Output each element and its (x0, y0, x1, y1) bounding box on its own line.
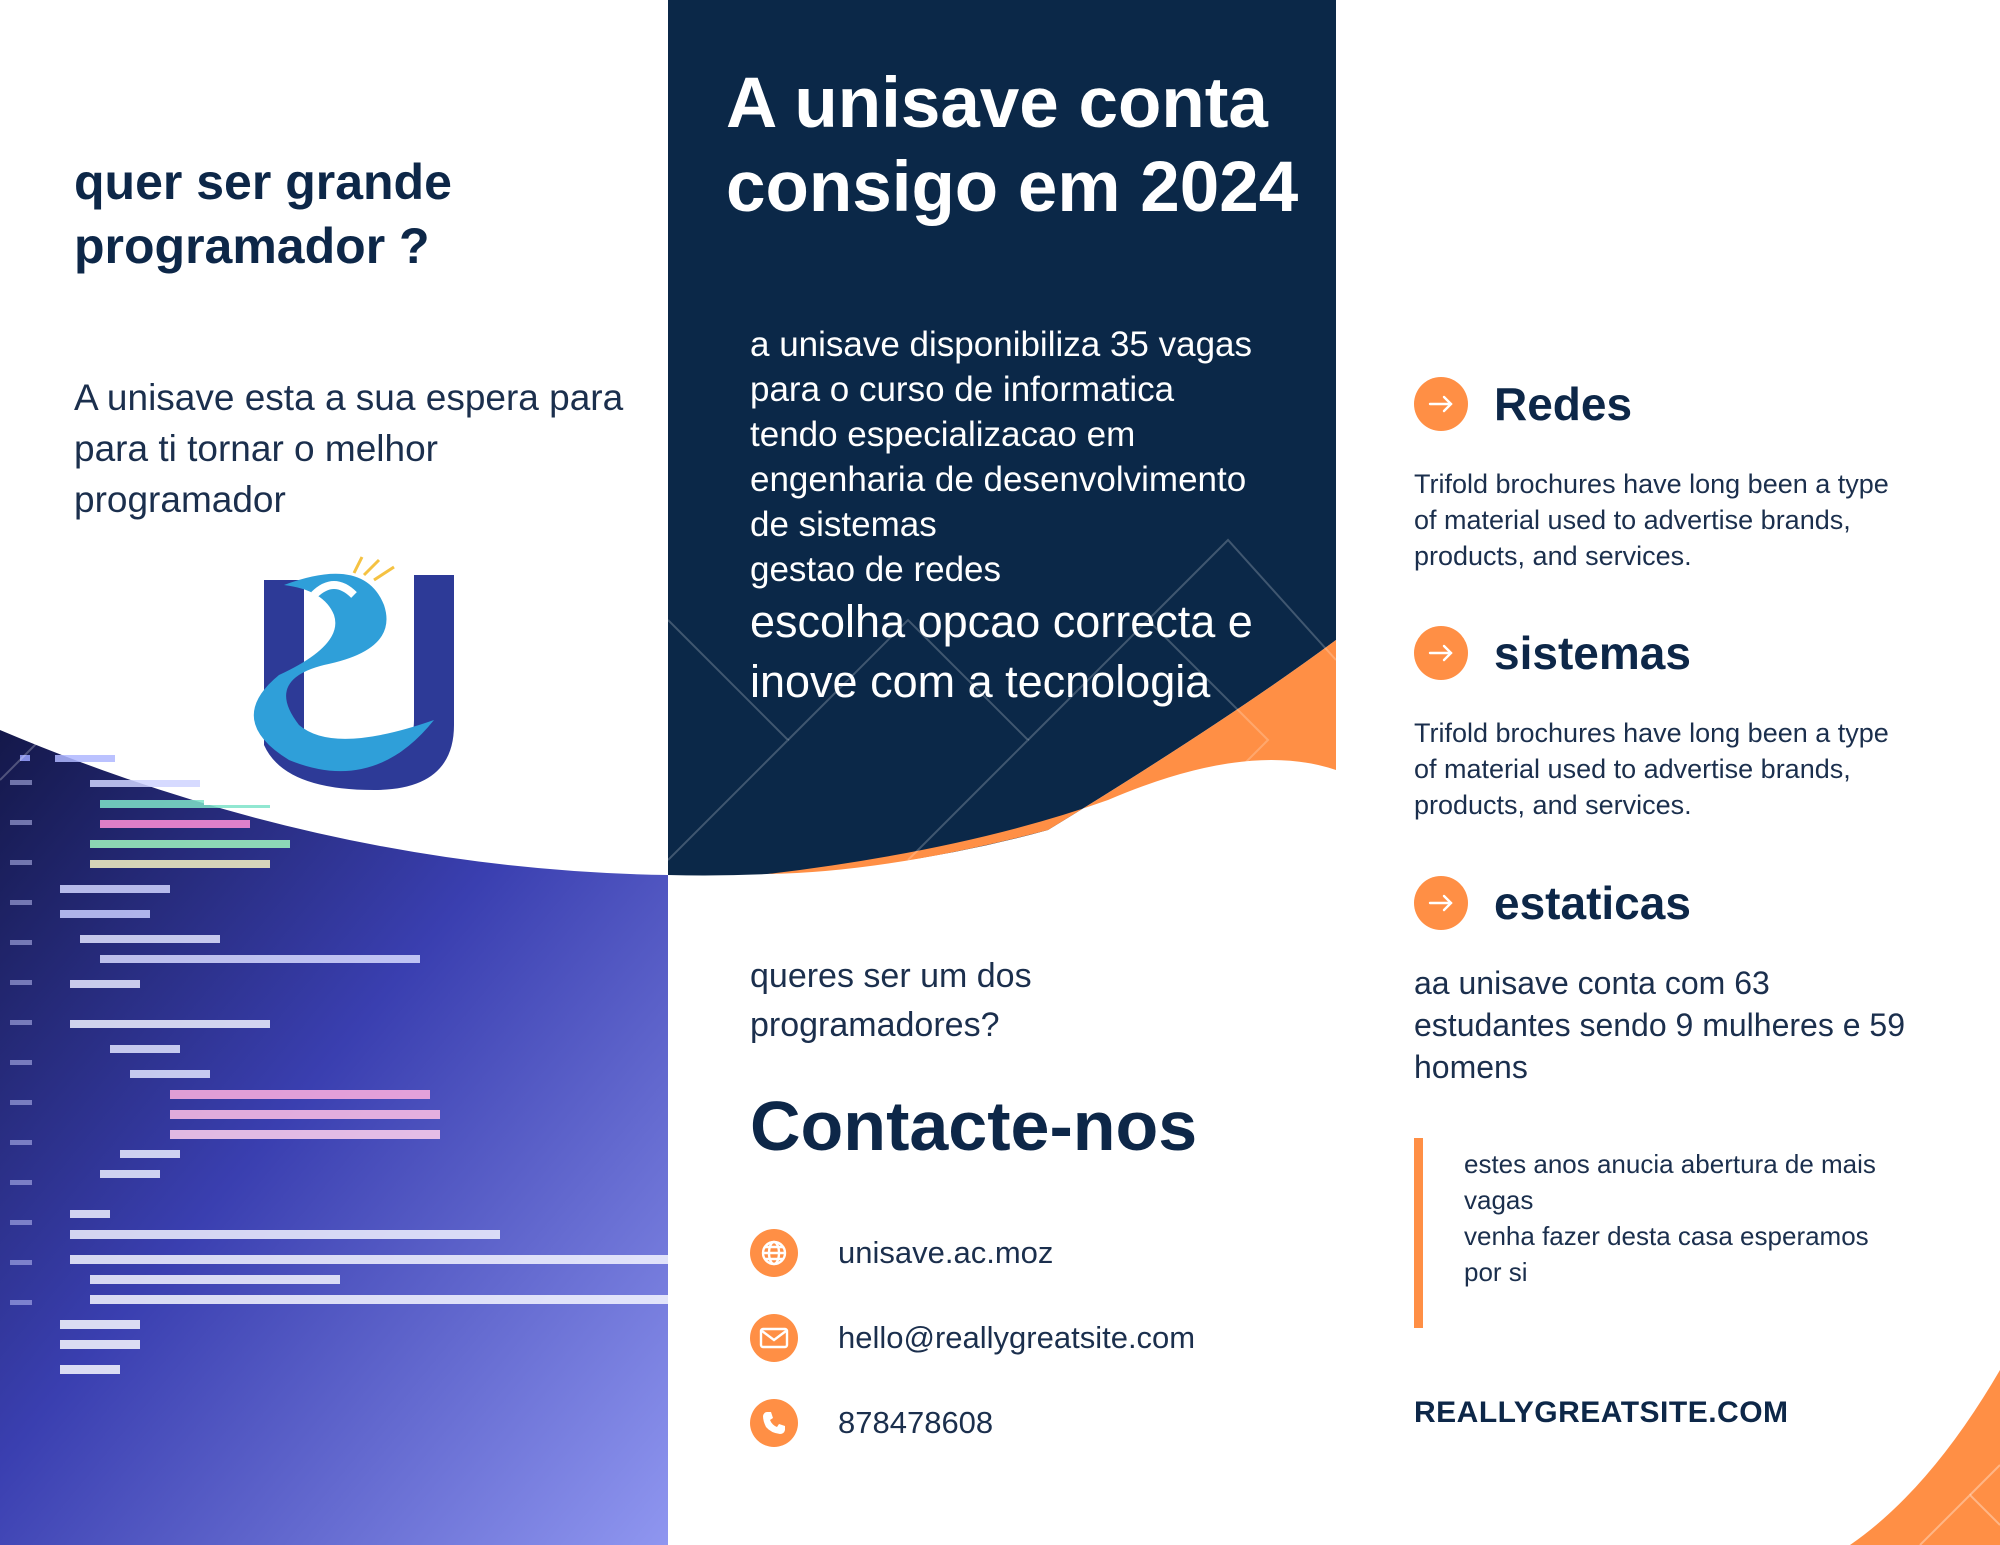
feature-line: of material used to advertise brands, (1414, 505, 1851, 535)
arrow-right-icon (1414, 626, 1468, 680)
right-panel: Redes Trifold brochures have long been a… (1336, 0, 2000, 1545)
website-link[interactable]: unisave.ac.moz (838, 1235, 1053, 1271)
corner-decoration (1850, 1370, 2000, 1545)
feature-title: estaticas (1494, 877, 1691, 929)
feature-redes-text: Trifold brochures have long been a type … (1414, 466, 1934, 574)
left-headline: quer ser grande programador ? (74, 154, 452, 274)
feature-estaticas-text: aa unisave conta com 63 estudantes sendo… (1414, 962, 1934, 1088)
body-line: a unisave disponibiliza 35 vagas (750, 325, 1252, 364)
feature-line: of material used to advertise brands, (1414, 754, 1851, 784)
question-line: queres ser um dos (750, 957, 1032, 995)
code-screen-photo (0, 720, 668, 1545)
feature-sistemas-text: Trifold brochures have long been a type … (1414, 715, 1934, 823)
quote-text: estes anos anucia abertura de mais vagas… (1464, 1146, 1944, 1290)
middle-panel: A unisave conta consigo em 2024 a unisav… (668, 0, 1336, 1545)
highlight-line: inove com a tecnologia (750, 656, 1211, 707)
quote-accent-bar (1414, 1138, 1423, 1328)
left-panel: quer ser grande programador ? A unisave … (0, 0, 668, 1545)
feature-sistemas-header: sistemas (1414, 625, 1691, 681)
mail-icon (750, 1314, 798, 1362)
feature-title: sistemas (1494, 627, 1691, 679)
highlight-line: escolha opcao correcta e (750, 596, 1253, 647)
site-url-link[interactable]: REALLYGREATSITE.COM (1414, 1396, 1789, 1430)
body-line: para o curso de informatica (750, 370, 1175, 409)
unisave-logo-icon (253, 556, 454, 790)
body-line: tendo especializacao em (750, 415, 1136, 454)
contact-title: Contacte-nos (750, 1087, 1198, 1165)
contact-phone[interactable]: 878478608 (750, 1398, 1310, 1448)
phone-number[interactable]: 878478608 (838, 1405, 993, 1441)
contact-website[interactable]: unisave.ac.moz (750, 1228, 1310, 1278)
phone-icon (750, 1399, 798, 1447)
feature-title: Redes (1494, 378, 1633, 430)
middle-question-text: queres ser um dos programadores? (750, 952, 1250, 1050)
question-line: programadores? (750, 1006, 1000, 1044)
email-link[interactable]: hello@reallygreatsite.com (838, 1320, 1195, 1356)
feature-line: products, and services. (1414, 790, 1692, 820)
contact-email[interactable]: hello@reallygreatsite.com (750, 1313, 1310, 1363)
body-line: gestao de redes (750, 550, 1002, 589)
body-line: de sistemas (750, 505, 937, 544)
arrow-right-icon (1414, 377, 1468, 431)
feature-line: homens (1414, 1049, 1528, 1085)
feature-line: estudantes sendo 9 mulheres e 59 (1414, 1007, 1905, 1043)
middle-headline: A unisave conta consigo em 2024 (726, 64, 1299, 227)
arrow-right-icon (1414, 876, 1468, 930)
left-body-text: A unisave esta a sua espera para para ti… (74, 377, 624, 520)
body-line: engenharia de desenvolvimento (750, 460, 1247, 499)
feature-line: Trifold brochures have long been a type (1414, 469, 1889, 499)
quote-line: por si (1464, 1257, 1528, 1287)
quote-line: vagas (1464, 1185, 1534, 1215)
globe-icon (750, 1229, 798, 1277)
feature-redes-header: Redes (1414, 376, 1632, 432)
quote-line: estes anos anucia abertura de mais (1464, 1149, 1876, 1179)
feature-line: products, and services. (1414, 541, 1692, 571)
feature-estaticas-header: estaticas (1414, 875, 1691, 931)
feature-line: Trifold brochures have long been a type (1414, 718, 1889, 748)
unisave-logo (204, 555, 576, 805)
feature-line: aa unisave conta com 63 (1414, 965, 1770, 1001)
middle-highlight-text: escolha opcao correcta e inove com a tec… (750, 592, 1330, 712)
quote-line: venha fazer desta casa esperamos (1464, 1221, 1869, 1251)
middle-body-text: a unisave disponibiliza 35 vagas para o … (750, 322, 1330, 592)
